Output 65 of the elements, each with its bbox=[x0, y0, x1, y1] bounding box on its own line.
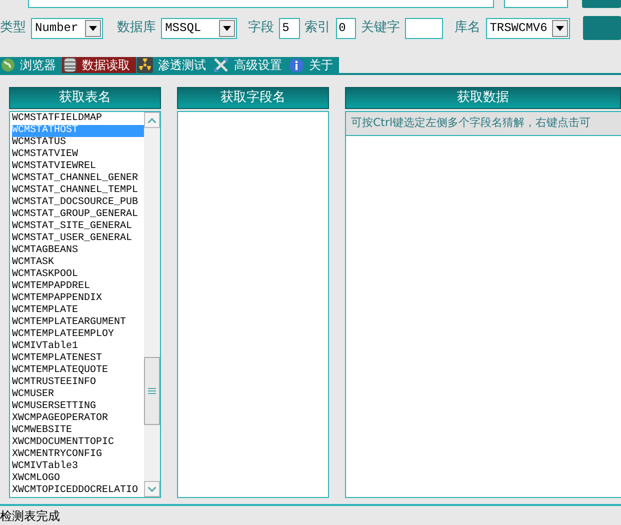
method-dropdown[interactable] bbox=[504, 0, 568, 8]
table-list-item[interactable]: WCMTEMPLATEEMPLOY bbox=[12, 329, 144, 342]
table-list-item[interactable]: WCMSTATFIELDMAP bbox=[12, 113, 144, 126]
radiation-icon bbox=[137, 57, 153, 74]
table-list-item[interactable]: XWCMDOCUMENTTOPIC bbox=[12, 437, 144, 450]
tools-icon bbox=[213, 57, 229, 74]
field-label: 关键字 bbox=[361, 19, 400, 38]
globe-icon bbox=[1, 58, 15, 72]
table-list-item[interactable]: WCMSTAT_CHANNEL_TEMPL bbox=[12, 185, 144, 198]
table-list-item[interactable]: WCMWEBSITE bbox=[12, 425, 144, 438]
table-list-item[interactable]: WCMTEMPLATEARGUMENT bbox=[12, 317, 144, 330]
table-list-item[interactable]: WCMSTAT_USER_GENERAL bbox=[12, 233, 144, 246]
table-list-item[interactable]: XWCMENTRYCONFIG bbox=[12, 449, 144, 462]
table-list-item[interactable]: WCMSTAT_GROUP_GENERAL bbox=[12, 209, 144, 222]
index-input[interactable]: 0 bbox=[336, 18, 356, 39]
table-list-item[interactable]: WCMTEMPLATEQUOTE bbox=[12, 365, 144, 378]
table-list-item[interactable]: WCMTASK bbox=[12, 257, 144, 270]
table-list-item[interactable]: WCMTASKPOOL bbox=[12, 269, 144, 282]
panel-header: 获取数据 bbox=[345, 87, 621, 110]
tab[interactable]: 浏览器 bbox=[0, 57, 62, 74]
action-button[interactable] bbox=[582, 16, 621, 40]
tab[interactable]: 渗透测试 bbox=[136, 57, 212, 74]
table-list-item[interactable]: WCMTEMPAPPENDIX bbox=[12, 293, 144, 306]
table-list-item[interactable]: WCMSTATUS bbox=[12, 137, 144, 150]
table-list-item[interactable]: WCMTEMPLATENEST bbox=[12, 353, 144, 366]
table-list-item[interactable]: WCMSTAT_SITE_GENERAL bbox=[12, 221, 144, 234]
table-list-item[interactable]: WCMSTATVIEWREL bbox=[12, 161, 144, 174]
field-label: 类型 bbox=[0, 19, 26, 38]
panel-header: 获取表名 bbox=[9, 87, 161, 110]
table-list-item[interactable]: WCMTAGBEANS bbox=[12, 245, 144, 258]
table-list-item[interactable]: WCMTEMPLATE bbox=[12, 305, 144, 318]
table-list-item[interactable]: WCMTEMPAPDREL bbox=[12, 281, 144, 294]
dropdown-field[interactable]: MSSQL bbox=[161, 18, 238, 39]
field-label: 索引 bbox=[304, 19, 331, 38]
table-list-item[interactable]: WCMUSERSETTING bbox=[12, 401, 144, 414]
table-list-item[interactable]: WCMUSER bbox=[12, 389, 144, 402]
dropdown-value: TRSWCMV6 bbox=[488, 20, 548, 38]
dropdown-value: MSSQL bbox=[164, 20, 202, 38]
dropdown-field[interactable]: Number bbox=[31, 18, 104, 39]
tab[interactable]: 关于 bbox=[288, 57, 339, 74]
panel-header: 获取字段名 bbox=[177, 87, 329, 110]
url-field[interactable] bbox=[28, 0, 494, 8]
scrollbar-drawing[interactable] bbox=[144, 112, 160, 498]
table-list-item[interactable]: XWCMTOPICEDDOCRELATIO bbox=[12, 485, 144, 498]
table-list-item[interactable]: WCMSTATVIEW bbox=[12, 149, 144, 162]
database-icon bbox=[63, 57, 77, 74]
status-text: 检测表完成 bbox=[0, 508, 60, 525]
dropdown-field[interactable]: TRSWCMV6 bbox=[486, 18, 570, 39]
info-icon bbox=[289, 58, 304, 73]
hint-text: 可按Ctrl键选定左侧多个字段名猜解，右键点击可 bbox=[346, 112, 621, 136]
field-label: 库名 bbox=[454, 19, 481, 38]
field-label: 数据库 bbox=[117, 19, 156, 38]
tab[interactable]: 数据读取 bbox=[62, 57, 136, 74]
field-label: 字段 bbox=[248, 19, 274, 38]
table-list-item[interactable]: XWCMLOGO bbox=[12, 473, 144, 486]
tab[interactable]: 高级设置 bbox=[212, 57, 288, 74]
field-count-input[interactable]: 5 bbox=[279, 18, 300, 39]
keyword-input[interactable] bbox=[405, 18, 443, 39]
table-list-item[interactable]: WCMSTAT_CHANNEL_GENER bbox=[12, 173, 144, 186]
table-list-item[interactable]: XWCMPAGEOPERATOR bbox=[12, 413, 144, 426]
dropdown-value: Number bbox=[34, 20, 80, 38]
table-list-item[interactable]: WCMSTAT_DOCSOURCE_PUB bbox=[12, 197, 144, 210]
table-list-item[interactable]: WCMIVTable3 bbox=[12, 461, 144, 474]
table-list-item[interactable]: WCMTRUSTEEINFO bbox=[12, 377, 144, 390]
table-list-item[interactable]: WCMIVTable1 bbox=[12, 341, 144, 354]
